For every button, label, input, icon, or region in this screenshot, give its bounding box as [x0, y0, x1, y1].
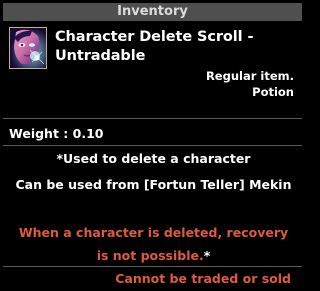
item-tooltip: Inventory Character Delete Scroll - Untr…: [0, 0, 307, 291]
warning-text-line2-label: is not possible.: [96, 248, 204, 263]
divider: [3, 145, 302, 146]
scroll-portrait-icon: [9, 27, 47, 69]
item-description-line1: *Used to delete a character: [56, 151, 251, 166]
item-weight: Weight : 0.10: [9, 126, 104, 141]
item-description-line2: Can be used from [Fortun Teller] Mekin: [15, 177, 292, 192]
item-type: Regular item. Potion: [206, 68, 294, 100]
item-name-line1: Character Delete Scroll -: [55, 29, 254, 45]
item-name-line2: Untradable: [55, 48, 146, 64]
divider: [3, 118, 302, 119]
warning-mark: *: [203, 248, 211, 263]
item-grade-label: Regular item.: [205, 69, 294, 83]
trade-restriction-note: Cannot be traded or sold: [115, 271, 291, 286]
divider: [3, 266, 302, 267]
item-name: Character Delete Scroll - Untradable: [55, 28, 300, 66]
warning-text-line2: is not possible.*: [0, 248, 307, 263]
tooltip-title: Inventory: [3, 3, 302, 21]
warning-text-line1: When a character is deleted, recovery: [18, 225, 289, 240]
item-category-label: Potion: [252, 85, 294, 99]
